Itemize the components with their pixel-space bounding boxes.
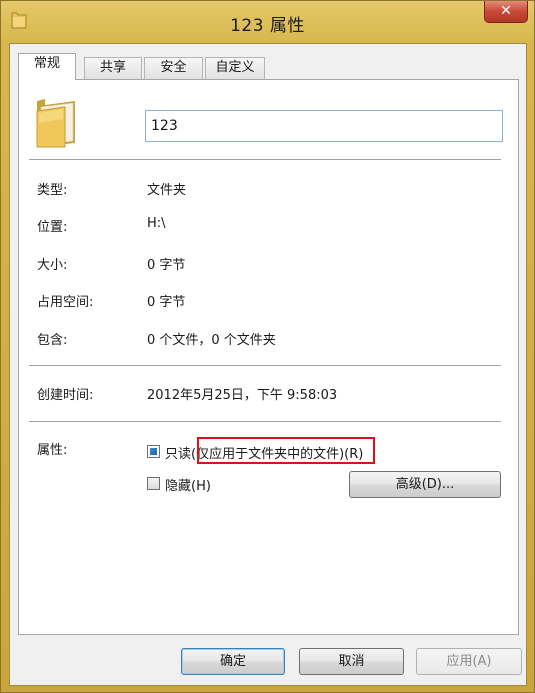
attributes-label: 属性: <box>37 443 68 458</box>
created-value: 2012年5月25日，下午 9:58:03 <box>147 388 338 403</box>
readonly-checkbox[interactable] <box>147 445 160 458</box>
type-label: 类型: <box>37 183 68 198</box>
divider <box>29 159 501 160</box>
contains-label: 包含: <box>37 333 68 348</box>
location-value: H:\ <box>147 216 166 231</box>
created-label: 创建时间: <box>37 388 94 403</box>
apply-button[interactable]: 应用(A) <box>416 648 522 675</box>
tab-general[interactable]: 常规 <box>18 53 76 80</box>
divider <box>29 421 501 422</box>
properties-window: 123 属性 ✕ 常规 共享 安全 自定义 类型: 文件夹 位置: H:\ 大小… <box>0 0 535 693</box>
title-bar[interactable]: 123 属性 ✕ <box>1 1 534 43</box>
advanced-button[interactable]: 高级(D)... <box>349 471 501 498</box>
readonly-label-prefix: 只读 <box>165 447 192 462</box>
tab-customize[interactable]: 自定义 <box>205 57 265 79</box>
contains-value: 0 个文件，0 个文件夹 <box>147 333 276 348</box>
divider <box>29 365 501 366</box>
type-value: 文件夹 <box>147 183 187 198</box>
window-title: 123 属性 <box>230 16 305 36</box>
ok-button[interactable]: 确定 <box>181 648 285 675</box>
tab-security[interactable]: 安全 <box>144 57 203 79</box>
folder-name-input[interactable] <box>145 110 503 142</box>
folder-icon <box>36 99 75 148</box>
hidden-label[interactable]: 隐藏(H) <box>165 475 211 494</box>
disk-size-value: 0 字节 <box>147 295 186 310</box>
size-label: 大小: <box>37 258 68 273</box>
location-label: 位置: <box>37 220 68 235</box>
disk-size-label: 占用空间: <box>37 295 94 310</box>
hidden-checkbox[interactable] <box>147 477 160 490</box>
close-button[interactable]: ✕ <box>484 1 528 23</box>
annotation-highlight-box <box>197 437 375 464</box>
size-value: 0 字节 <box>147 258 186 273</box>
cancel-button[interactable]: 取消 <box>299 648 404 675</box>
dialog-client-area: 常规 共享 安全 自定义 类型: 文件夹 位置: H:\ 大小: 0 字节 占用… <box>9 43 527 686</box>
tab-sharing[interactable]: 共享 <box>84 57 142 79</box>
general-tab-panel: 类型: 文件夹 位置: H:\ 大小: 0 字节 占用空间: 0 字节 包含: … <box>18 79 519 635</box>
